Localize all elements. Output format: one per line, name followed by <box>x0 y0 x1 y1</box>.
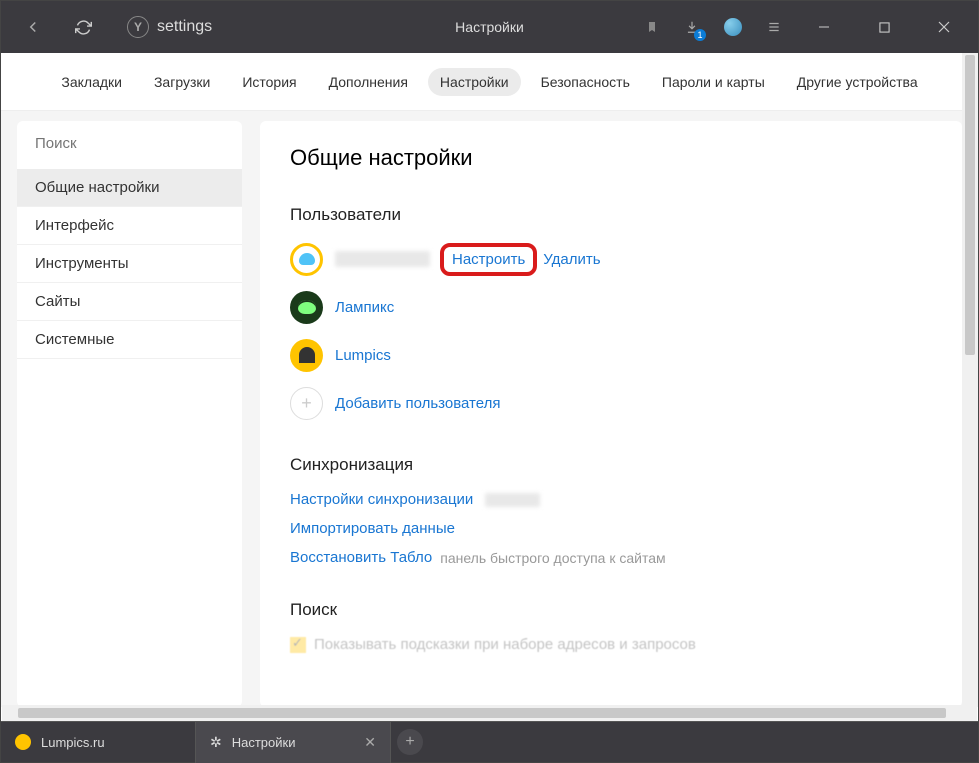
tab-label: Lumpics.ru <box>41 735 105 750</box>
sync-settings-link[interactable]: Настройки синхронизации <box>290 491 473 508</box>
restore-hint: панель быстрого доступа к сайтам <box>440 550 665 566</box>
downloads-badge: 1 <box>694 29 706 41</box>
close-button[interactable] <box>926 12 962 42</box>
user-avatar-icon <box>290 291 323 324</box>
user-name-redacted <box>335 251 430 267</box>
gear-icon: ✲ <box>210 734 222 751</box>
restore-tableau-link[interactable]: Восстановить Табло <box>290 549 432 566</box>
sidebar: Общие настройки Интерфейс Инструменты Са… <box>17 121 242 707</box>
user-row: Lumpics <box>290 337 932 373</box>
import-data-link[interactable]: Импортировать данные <box>290 520 455 537</box>
user-link[interactable]: Lumpics <box>335 347 391 364</box>
titlebar: Y settings Настройки 1 <box>1 1 978 53</box>
new-tab-button[interactable]: + <box>397 729 423 755</box>
add-user-row[interactable]: + Добавить пользователя <box>290 385 932 421</box>
user-avatar-icon <box>290 339 323 372</box>
search-title: Поиск <box>290 600 932 620</box>
tab-passwords[interactable]: Пароли и карты <box>650 68 777 96</box>
search-suggestions-checkbox-row[interactable]: Показывать подсказки при наборе адресов … <box>290 636 932 653</box>
user-avatar-icon <box>290 243 323 276</box>
settings-tabs: Закладки Загрузки История Дополнения Нас… <box>1 53 978 111</box>
browser-tab-settings[interactable]: ✲ Настройки ✕ <box>196 722 391 763</box>
tab-downloads[interactable]: Загрузки <box>142 68 222 96</box>
sidebar-item-interface[interactable]: Интерфейс <box>17 207 242 245</box>
sidebar-item-tools[interactable]: Инструменты <box>17 245 242 283</box>
minimize-button[interactable] <box>806 12 842 42</box>
search-input[interactable] <box>35 135 224 152</box>
downloads-icon[interactable]: 1 <box>684 19 700 35</box>
address-bar[interactable]: Y settings <box>127 16 212 38</box>
tab-history[interactable]: История <box>230 68 308 96</box>
search-section: Поиск Показывать подсказки при наборе ад… <box>290 600 932 653</box>
main-panel: Общие настройки Пользователи Настроить У… <box>260 121 962 707</box>
user-row: Лампикс <box>290 289 932 325</box>
user-link[interactable]: Лампикс <box>335 299 394 316</box>
tab-label: Настройки <box>232 735 296 750</box>
browser-tabs: Lumpics.ru ✲ Настройки ✕ + <box>1 721 978 762</box>
users-title: Пользователи <box>290 205 932 225</box>
tab-devices[interactable]: Другие устройства <box>785 68 930 96</box>
add-user-link[interactable]: Добавить пользователя <box>335 395 500 412</box>
add-icon: + <box>290 387 323 420</box>
vertical-scrollbar[interactable] <box>962 53 978 707</box>
yandex-logo-icon: Y <box>127 16 149 38</box>
browser-tab-lumpics[interactable]: Lumpics.ru <box>1 722 196 763</box>
sidebar-search[interactable] <box>17 121 242 161</box>
sidebar-item-sites[interactable]: Сайты <box>17 283 242 321</box>
window-title: Настройки <box>455 19 524 35</box>
tab-addons[interactable]: Дополнения <box>317 68 420 96</box>
address-text: settings <box>157 18 212 36</box>
configure-user-link[interactable]: Настроить <box>440 243 537 276</box>
bookmark-icon[interactable] <box>644 19 660 35</box>
sidebar-item-system[interactable]: Системные <box>17 321 242 359</box>
sync-status-redacted <box>485 493 540 507</box>
checkbox-label: Показывать подсказки при наборе адресов … <box>314 636 696 653</box>
reload-button[interactable] <box>71 15 95 39</box>
back-button[interactable] <box>21 15 45 39</box>
user-row-current: Настроить Удалить <box>290 241 932 277</box>
sidebar-item-general[interactable]: Общие настройки <box>17 169 242 207</box>
tab-settings[interactable]: Настройки <box>428 68 521 96</box>
users-section: Пользователи Настроить Удалить Лампикс L… <box>290 205 932 421</box>
sync-section: Синхронизация Настройки синхронизации Им… <box>290 455 932 566</box>
horizontal-scrollbar[interactable] <box>2 705 977 721</box>
maximize-button[interactable] <box>866 12 902 42</box>
profile-avatar-icon[interactable] <box>724 18 742 36</box>
close-tab-icon[interactable]: ✕ <box>364 734 376 751</box>
checkbox-icon[interactable] <box>290 637 306 653</box>
content-area: Общие настройки Интерфейс Инструменты Са… <box>1 111 978 707</box>
sync-title: Синхронизация <box>290 455 932 475</box>
favicon-icon <box>15 734 31 750</box>
tab-security[interactable]: Безопасность <box>529 68 642 96</box>
delete-user-link[interactable]: Удалить <box>543 251 600 268</box>
menu-icon[interactable] <box>766 19 782 35</box>
tab-bookmarks[interactable]: Закладки <box>49 68 134 96</box>
page-heading: Общие настройки <box>290 145 932 171</box>
